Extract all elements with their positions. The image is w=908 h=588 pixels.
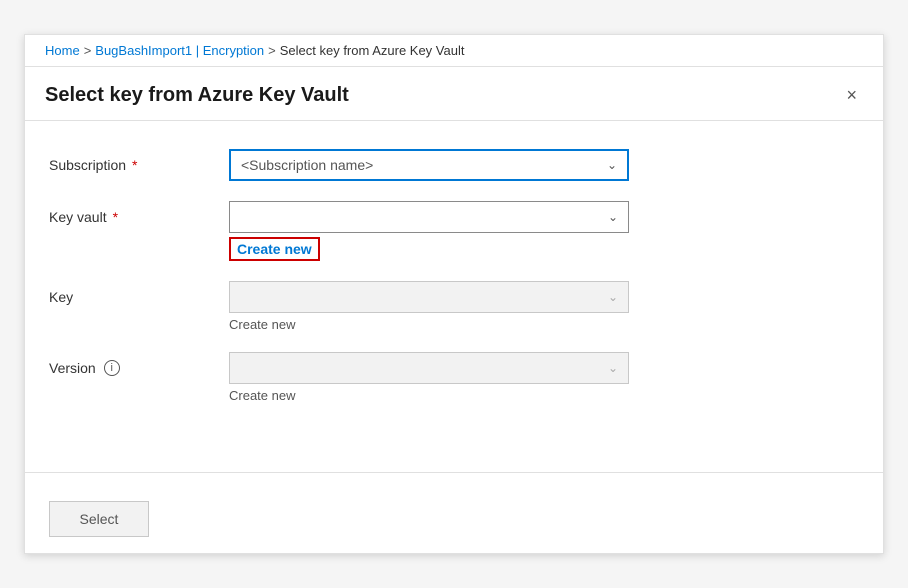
key-vault-create-new-link[interactable]: Create new [229,237,320,261]
select-key-dialog: Home > BugBashImport1 | Encryption > Sel… [24,34,884,554]
breadcrumb-separator-1: > [84,43,92,58]
key-chevron-icon: ⌄ [608,290,618,304]
close-button[interactable]: × [840,83,863,108]
key-vault-label: Key vault* [49,201,229,225]
key-vault-required: * [113,209,118,225]
version-chevron-icon: ⌄ [608,361,618,375]
key-vault-control: ⌄ Create new [229,201,629,261]
subscription-control: <Subscription name> ⌄ [229,149,629,181]
footer-divider [25,472,883,473]
version-label: Version i [49,352,229,376]
version-info-icon: i [104,360,120,376]
dialog-body: Subscription* <Subscription name> ⌄ Key … [25,121,883,460]
breadcrumb-bugbash[interactable]: BugBashImport1 | Encryption [95,43,264,58]
key-vault-dropdown[interactable]: ⌄ [229,201,629,233]
breadcrumb: Home > BugBashImport1 | Encryption > Sel… [25,35,883,67]
subscription-required: * [132,157,137,173]
breadcrumb-home[interactable]: Home [45,43,80,58]
dialog-title: Select key from Azure Key Vault [45,84,349,107]
breadcrumb-separator-2: > [268,43,276,58]
subscription-chevron-icon: ⌄ [607,158,617,172]
select-button[interactable]: Select [49,501,149,537]
dialog-footer: Select [25,485,883,553]
subscription-dropdown[interactable]: <Subscription name> ⌄ [229,149,629,181]
key-label: Key [49,281,229,305]
key-vault-row: Key vault* ⌄ Create new [49,201,859,261]
key-create-new-text: Create new [229,317,295,332]
breadcrumb-current: Select key from Azure Key Vault [280,43,465,58]
version-control: ⌄ Create new [229,352,629,403]
key-dropdown: ⌄ [229,281,629,313]
key-control: ⌄ Create new [229,281,629,332]
version-row: Version i ⌄ Create new [49,352,859,403]
version-dropdown: ⌄ [229,352,629,384]
subscription-value: <Subscription name> [241,157,373,173]
version-create-new-text: Create new [229,388,295,403]
dialog-header: Select key from Azure Key Vault × [25,67,883,121]
key-row: Key ⌄ Create new [49,281,859,332]
subscription-row: Subscription* <Subscription name> ⌄ [49,149,859,181]
key-vault-chevron-icon: ⌄ [608,210,618,224]
subscription-label: Subscription* [49,149,229,173]
